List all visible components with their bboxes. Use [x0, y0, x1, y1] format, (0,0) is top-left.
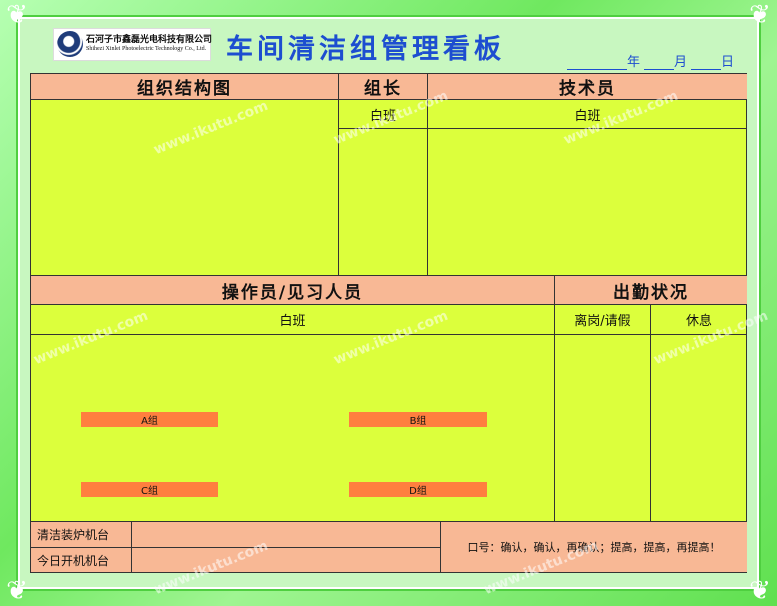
attendance-leave-area[interactable]	[555, 335, 651, 522]
corner-ornament-top-left: ❦	[6, 0, 28, 30]
cleaning-furnace-label: 清洁装炉机台	[31, 522, 132, 548]
page-title: 车间清洁组管理看板	[226, 34, 505, 65]
logo-mark-icon	[57, 31, 83, 57]
date-line: 年月日	[567, 51, 734, 70]
attendance-rest-area[interactable]	[651, 335, 747, 522]
corner-ornament-bottom-left: ❦	[6, 576, 28, 606]
operators-shift-label: 白班	[31, 305, 555, 335]
leader-header: 组长	[339, 74, 428, 100]
date-year-label: 年	[627, 55, 641, 70]
date-day-label: 日	[721, 55, 735, 70]
management-board: 组织结构图 组长 技术员 白班 白班 操作员/见习人员 出勤状况 白班 离岗/请…	[30, 73, 747, 573]
corner-ornament-top-right: ❦	[749, 0, 771, 30]
company-name-en: Shihezi Xinlei Photoelectric Technology …	[86, 46, 207, 52]
group-c-bar: C组	[81, 482, 218, 497]
date-month-label: 月	[674, 55, 688, 70]
group-a-bar: A组	[81, 412, 218, 427]
slogan-text: 口号：确认，确认，再确认；提高，提高，再提高！	[441, 522, 747, 572]
cleaning-furnace-input[interactable]	[132, 522, 441, 548]
technician-shift-label: 白班	[428, 100, 747, 129]
group-d-bar: D组	[349, 482, 487, 497]
leader-area[interactable]	[339, 129, 428, 276]
technician-header: 技术员	[428, 74, 747, 100]
company-name-cn: 石河子市鑫磊光电科技有限公司	[86, 35, 213, 45]
attendance-rest-label: 休息	[651, 305, 747, 335]
operators-header: 操作员/见习人员	[31, 276, 555, 305]
org-chart-area[interactable]	[31, 100, 339, 276]
group-b-bar: B组	[349, 412, 487, 427]
org-chart-header: 组织结构图	[31, 74, 339, 100]
company-logo: 石河子市鑫磊光电科技有限公司 Shihezi Xinlei Photoelect…	[53, 28, 213, 61]
operators-area[interactable]: A组 B组 C组 D组	[31, 335, 555, 522]
attendance-leave-label: 离岗/请假	[555, 305, 651, 335]
today-running-label: 今日开机机台	[31, 548, 132, 572]
corner-ornament-bottom-right: ❦	[749, 576, 771, 606]
today-running-input[interactable]	[132, 548, 441, 572]
leader-shift-label: 白班	[339, 100, 428, 129]
attendance-header: 出勤状况	[555, 276, 747, 305]
technician-area[interactable]	[428, 129, 747, 276]
